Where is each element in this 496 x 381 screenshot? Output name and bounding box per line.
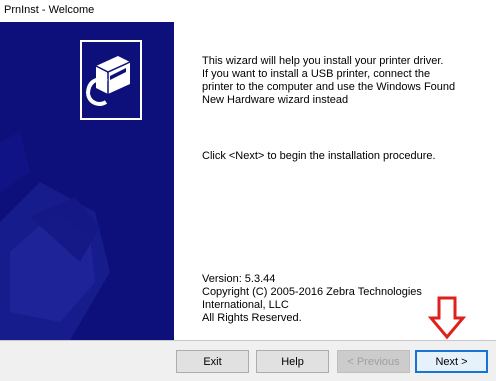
printer-install-icon xyxy=(80,40,142,120)
version-label: Version: 5.3.44 xyxy=(202,273,276,285)
help-button[interactable]: Help xyxy=(256,350,329,373)
down-arrow-icon xyxy=(428,296,466,340)
title-bar: PrnInst - Welcome xyxy=(0,0,496,22)
window-title: PrnInst - Welcome xyxy=(4,4,95,16)
intro-line: New Hardware wizard instead xyxy=(202,94,349,106)
intro-text: This wizard will help you install your p… xyxy=(202,55,488,107)
exit-button[interactable]: Exit xyxy=(176,350,249,373)
intro-line: This wizard will help you install your p… xyxy=(202,55,444,67)
instruction-line: Click <Next> to begin the installation p… xyxy=(202,150,436,162)
instruction-text: Click <Next> to begin the installation p… xyxy=(202,150,488,163)
intro-line: If you want to install a USB printer, co… xyxy=(202,68,431,80)
next-button[interactable]: Next > xyxy=(415,350,488,373)
previous-button[interactable]: < Previous xyxy=(337,350,410,373)
wizard-side-panel xyxy=(0,22,174,340)
intro-line: printer to the computer and use the Wind… xyxy=(202,81,456,93)
